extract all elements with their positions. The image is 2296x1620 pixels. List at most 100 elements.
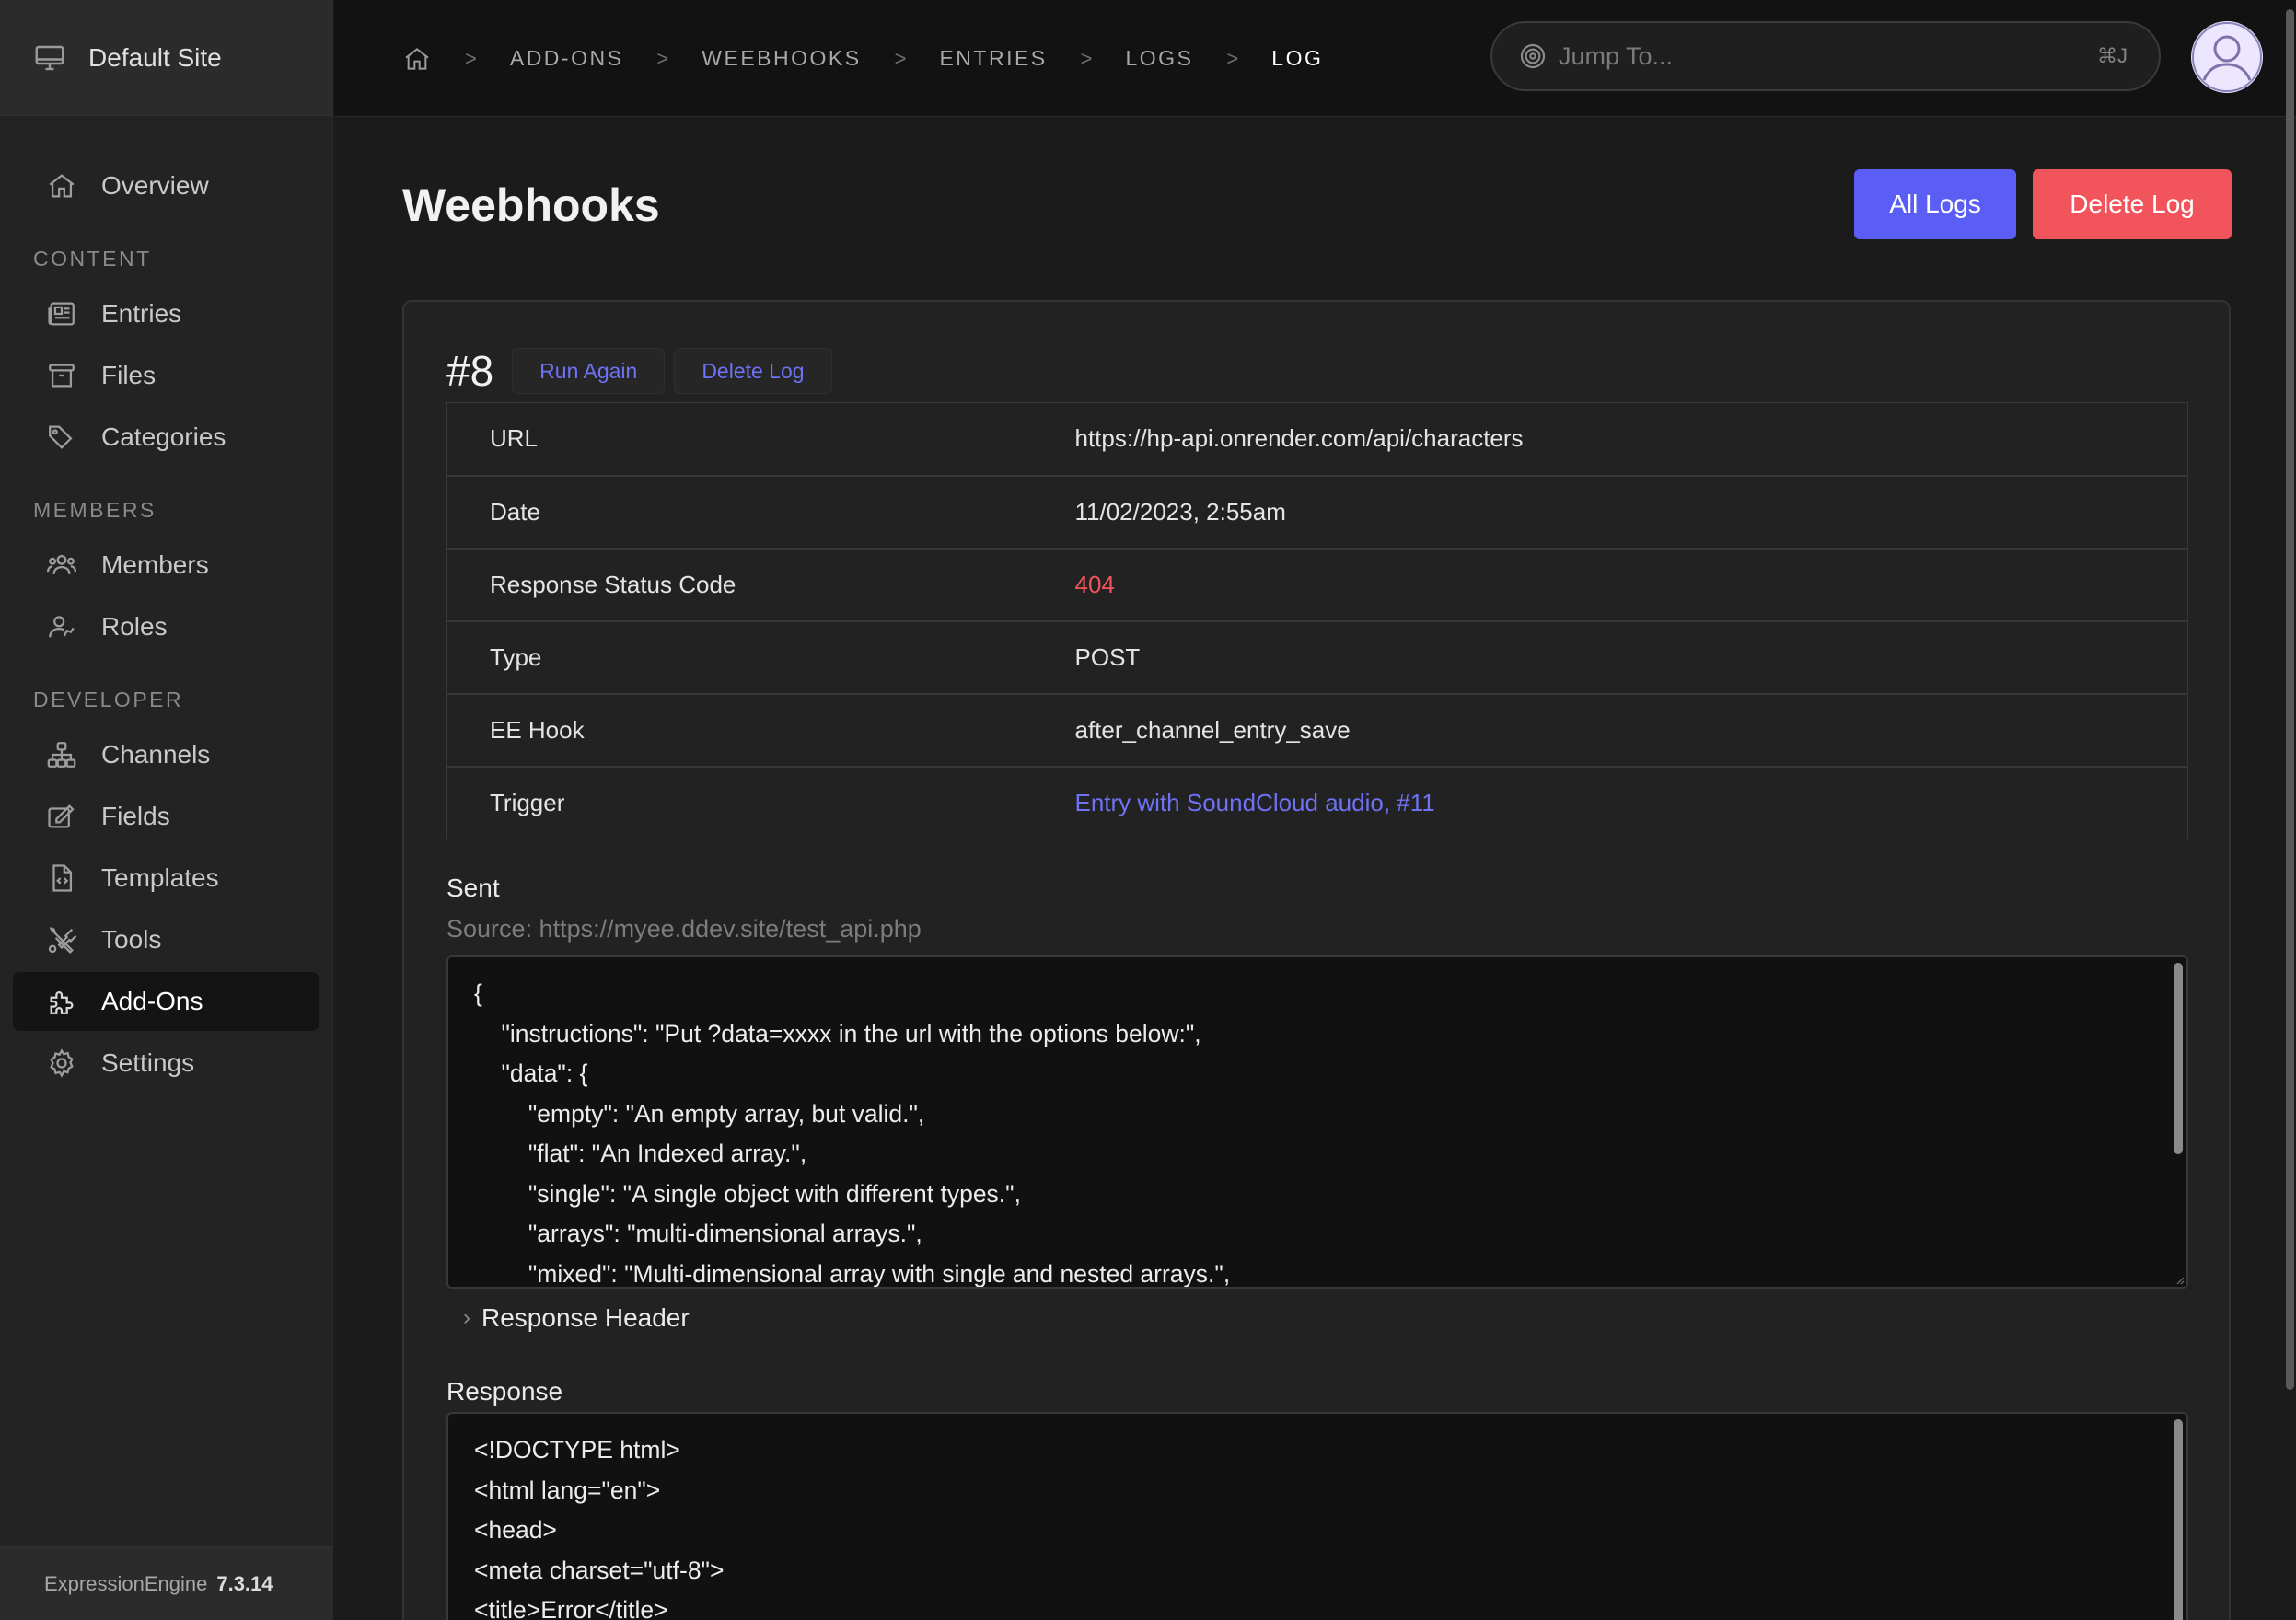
sidebar-item-tools[interactable]: Tools bbox=[13, 910, 319, 969]
sidebar-item-label: Tools bbox=[101, 925, 162, 954]
sidebar-item-files[interactable]: Files bbox=[13, 346, 319, 405]
jump-to-input[interactable] bbox=[1559, 41, 2074, 71]
gear-icon bbox=[50, 1048, 74, 1078]
delete-log-inline-button[interactable]: Delete Log bbox=[674, 348, 832, 394]
breadcrumb-separator: > bbox=[1080, 46, 1093, 70]
sent-body-text: { "instructions": "Put ?data=xxxx in the… bbox=[474, 979, 1231, 1288]
sidebar-item-label: Overview bbox=[101, 171, 209, 200]
row-key: Response Status Code bbox=[490, 570, 736, 598]
sidebar-item-label: Members bbox=[101, 550, 209, 579]
monitor-icon bbox=[35, 45, 64, 70]
log-header: #8 Run Again Delete Log bbox=[446, 346, 832, 396]
table-row: Date 11/02/2023, 2:55am bbox=[446, 476, 2188, 549]
section-label-members: MEMBERS bbox=[33, 498, 157, 522]
sidebar-item-label: Files bbox=[101, 361, 157, 389]
breadcrumb-add-ons[interactable]: ADD-ONS bbox=[510, 46, 624, 71]
site-switcher[interactable]: Default Site bbox=[0, 0, 332, 116]
target-icon bbox=[1520, 43, 1546, 69]
sidebar-nav: Overview CONTENT Entries Files Categorie… bbox=[0, 116, 332, 1093]
breadcrumb-log: LOG bbox=[1271, 46, 1324, 70]
trigger-entry-link[interactable]: Entry with SoundCloud audio, #11 bbox=[1075, 767, 2188, 839]
page-title: Weebhooks bbox=[402, 179, 660, 231]
row-key: EE Hook bbox=[490, 715, 585, 744]
sidebar-item-channels[interactable]: Channels bbox=[13, 725, 319, 784]
jump-to-search[interactable]: ⌘J bbox=[1490, 21, 2161, 91]
sidebar-item-label: Templates bbox=[101, 863, 219, 892]
row-key: Type bbox=[490, 642, 542, 671]
sidebar-item-members[interactable]: Members bbox=[13, 536, 319, 595]
sidebar-item-overview[interactable]: Overview bbox=[13, 156, 319, 215]
response-title: Response bbox=[446, 1377, 563, 1406]
home-icon[interactable] bbox=[402, 44, 432, 74]
sidebar-item-categories[interactable]: Categories bbox=[13, 408, 319, 467]
top-bar: > ADD-ONS > WEEBHOOKS > ENTRIES > LOGS >… bbox=[334, 0, 2296, 117]
delete-log-button[interactable]: Delete Log bbox=[2033, 169, 2232, 239]
chevron-right-icon: › bbox=[463, 1305, 470, 1330]
user-avatar-icon bbox=[2192, 22, 2262, 92]
users-icon bbox=[46, 554, 77, 575]
archive-icon bbox=[49, 364, 75, 388]
breadcrumb-weebhooks[interactable]: WEEBHOOKS bbox=[702, 46, 861, 71]
breadcrumb-separator: > bbox=[656, 46, 669, 70]
edit-icon bbox=[48, 804, 75, 828]
sidebar-item-add-ons[interactable]: Add-Ons bbox=[13, 972, 319, 1031]
site-name: Default Site bbox=[88, 42, 222, 72]
puzzle-icon bbox=[50, 991, 74, 1014]
sidebar-item-label: Roles bbox=[101, 612, 168, 641]
table-row: EE Hook after_channel_entry_save bbox=[446, 694, 2188, 767]
all-logs-button[interactable]: All Logs bbox=[1854, 169, 2016, 239]
entries-icon bbox=[48, 302, 75, 326]
user-role-icon bbox=[49, 616, 75, 638]
tools-icon bbox=[48, 927, 77, 955]
table-row: Type POST bbox=[446, 621, 2188, 694]
row-value-type: POST bbox=[1074, 642, 1141, 671]
row-value-ee-hook: after_channel_entry_save bbox=[1074, 715, 1351, 744]
sidebar-item-label: Entries bbox=[101, 299, 182, 328]
breadcrumb-entries[interactable]: ENTRIES bbox=[939, 46, 1047, 71]
response-header-label: Response Header bbox=[481, 1303, 690, 1332]
sidebar-item-label: Categories bbox=[101, 422, 226, 451]
log-number: #8 bbox=[446, 347, 494, 395]
sidebar-item-fields[interactable]: Fields bbox=[13, 787, 319, 846]
tags-icon bbox=[49, 425, 73, 449]
sidebar: Default Site Overview CONTENT Entries Fi… bbox=[0, 0, 333, 1620]
page-scrollbar[interactable] bbox=[2286, 9, 2294, 1390]
sitemap-icon bbox=[47, 742, 76, 768]
row-value-status-code: 404 bbox=[1074, 570, 1115, 598]
keyboard-shortcut: ⌘J bbox=[2097, 44, 2128, 67]
response-body-text: <!DOCTYPE html> <html lang="en"> <head> … bbox=[474, 1436, 725, 1620]
row-key: Date bbox=[490, 497, 540, 526]
section-label-content: CONTENT bbox=[33, 247, 152, 271]
breadcrumb-separator: > bbox=[465, 46, 477, 70]
breadcrumb-separator: > bbox=[894, 46, 907, 70]
breadcrumb-separator: > bbox=[1226, 46, 1239, 70]
table-row: Response Status Code 404 bbox=[446, 549, 2188, 621]
response-body-textarea[interactable]: <!DOCTYPE html> <html lang="en"> <head> … bbox=[446, 1412, 2188, 1620]
sent-scrollbar[interactable] bbox=[2174, 963, 2183, 1154]
home-icon bbox=[49, 174, 75, 198]
table-row: Trigger Entry with SoundCloud audio, #11 bbox=[447, 767, 2188, 839]
breadcrumb-logs[interactable]: LOGS bbox=[1126, 46, 1194, 71]
sidebar-item-settings[interactable]: Settings bbox=[13, 1034, 319, 1093]
sidebar-item-roles[interactable]: Roles bbox=[13, 597, 319, 656]
breadcrumb: > ADD-ONS > WEEBHOOKS > ENTRIES > LOGS >… bbox=[402, 0, 1323, 117]
product-version: 7.3.14 bbox=[216, 1571, 273, 1595]
product-name: ExpressionEngine bbox=[44, 1571, 208, 1595]
response-scrollbar[interactable] bbox=[2174, 1419, 2183, 1620]
avatar[interactable] bbox=[2191, 21, 2263, 93]
resize-handle-icon[interactable] bbox=[2174, 1274, 2185, 1285]
log-panel: #8 Run Again Delete Log URL https://hp-a… bbox=[402, 300, 2231, 1620]
sent-body-textarea[interactable]: { "instructions": "Put ?data=xxxx in the… bbox=[446, 955, 2188, 1289]
row-value-url: https://hp-api.onrender.com/api/characte… bbox=[1074, 424, 1524, 453]
file-code-icon bbox=[52, 864, 73, 892]
sidebar-item-entries[interactable]: Entries bbox=[13, 284, 319, 343]
sidebar-item-label: Channels bbox=[101, 740, 211, 769]
sidebar-item-label: Fields bbox=[101, 802, 170, 830]
response-header-toggle[interactable]: › Response Header bbox=[463, 1303, 690, 1333]
row-value-date: 11/02/2023, 2:55am bbox=[1074, 497, 1286, 526]
run-again-button[interactable]: Run Again bbox=[512, 348, 666, 394]
sent-source: Source: https://myee.ddev.site/test_api.… bbox=[446, 915, 922, 943]
sidebar-item-templates[interactable]: Templates bbox=[13, 849, 319, 908]
version-footer: ExpressionEngine 7.3.14 bbox=[0, 1546, 333, 1620]
log-details-table: URL https://hp-api.onrender.com/api/char… bbox=[446, 402, 2188, 839]
